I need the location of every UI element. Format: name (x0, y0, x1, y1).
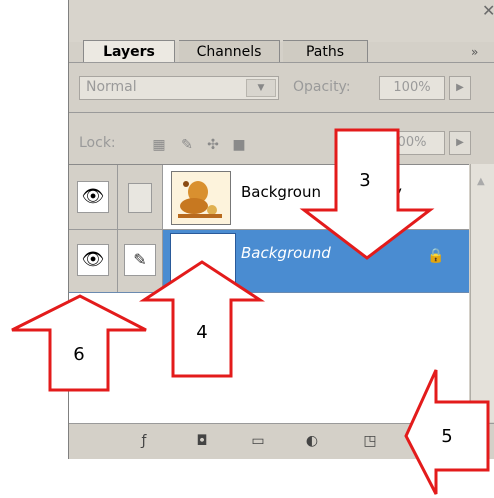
arrow-6 (11, 294, 147, 392)
annotation-overlay (11, 128, 490, 495)
annotation-label-4: 4 (196, 322, 208, 343)
annotation-label-3: 3 (359, 170, 371, 191)
annotation-label-6: 6 (73, 344, 85, 365)
arrow-3 (299, 128, 435, 260)
annotation-label-5: 5 (441, 426, 453, 447)
arrow-4 (138, 260, 266, 378)
